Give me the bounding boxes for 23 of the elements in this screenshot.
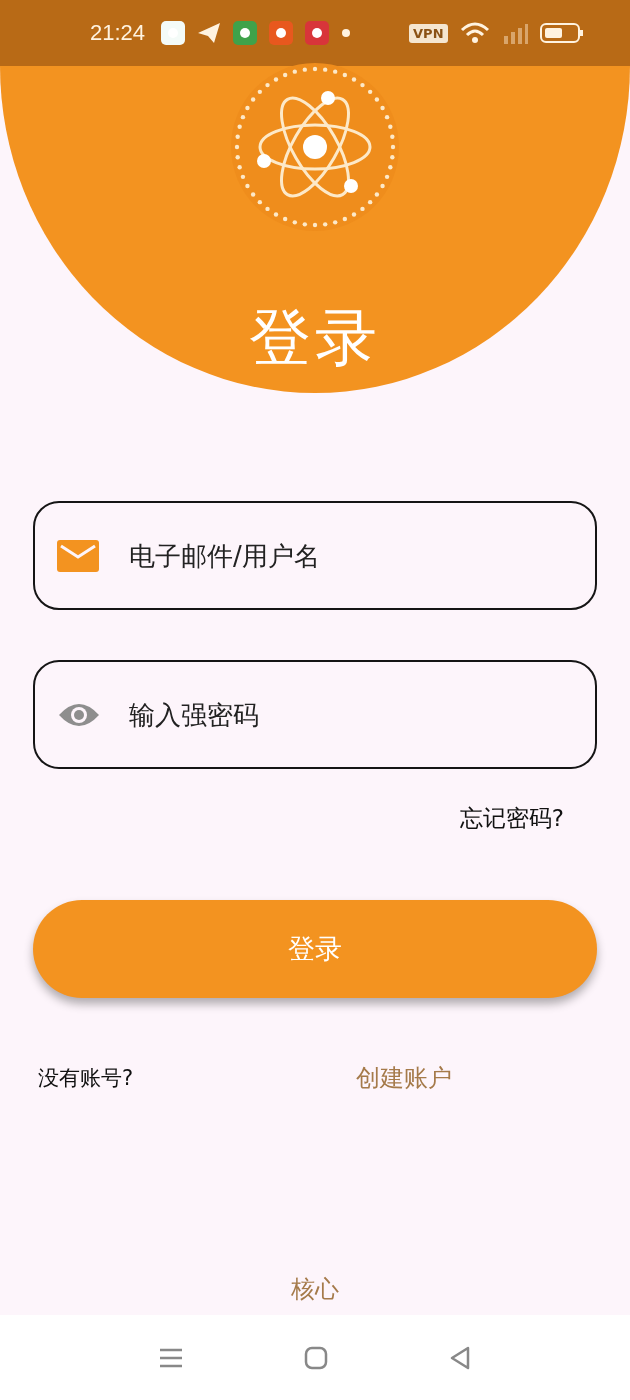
dot-icon <box>341 28 352 38</box>
signal-icon <box>501 22 528 44</box>
input-field[interactable]: 输入强密码 <box>33 660 597 769</box>
page-title: 登录 <box>249 300 381 376</box>
wifi-icon <box>459 22 490 44</box>
menu-icon[interactable] <box>158 1346 184 1369</box>
no-account-text: 没有账号? <box>38 1065 135 1092</box>
app-notification-icon <box>161 21 186 45</box>
vpn-badge: VPN <box>409 23 448 43</box>
footer-text: 核心 <box>291 1274 339 1305</box>
back-icon[interactable] <box>448 1345 472 1370</box>
app-notification-icon <box>305 21 330 45</box>
create-account-link[interactable]: 创建账户 <box>356 1062 452 1094</box>
input-field[interactable]: 电子邮件/用户名 <box>33 501 597 610</box>
paper-plane-icon <box>197 22 222 44</box>
forgot-password-link[interactable]: 忘记密码? <box>459 803 564 834</box>
app-notification-icon <box>269 21 294 45</box>
envelope-icon <box>57 539 99 572</box>
login-button[interactable]: 登录 <box>33 900 597 998</box>
app-notification-icon <box>233 21 258 45</box>
battery-icon <box>539 22 584 44</box>
clock: 21:24 <box>90 20 146 46</box>
home-icon[interactable] <box>304 1345 328 1370</box>
